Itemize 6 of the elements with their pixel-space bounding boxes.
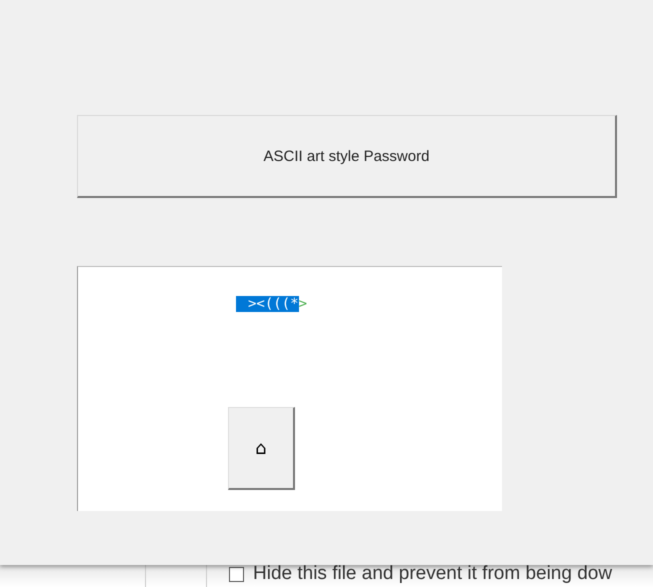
checkbox-label: Hide this file and prevent it from being dow (253, 563, 612, 585)
checkbox[interactable] (229, 566, 244, 582)
ascii-password-button[interactable]: ASCII art style Password (77, 115, 617, 198)
password-text: > (298, 296, 308, 312)
selected-text: ><(((* (236, 296, 299, 312)
home-button[interactable]: ⌂ (228, 407, 295, 490)
